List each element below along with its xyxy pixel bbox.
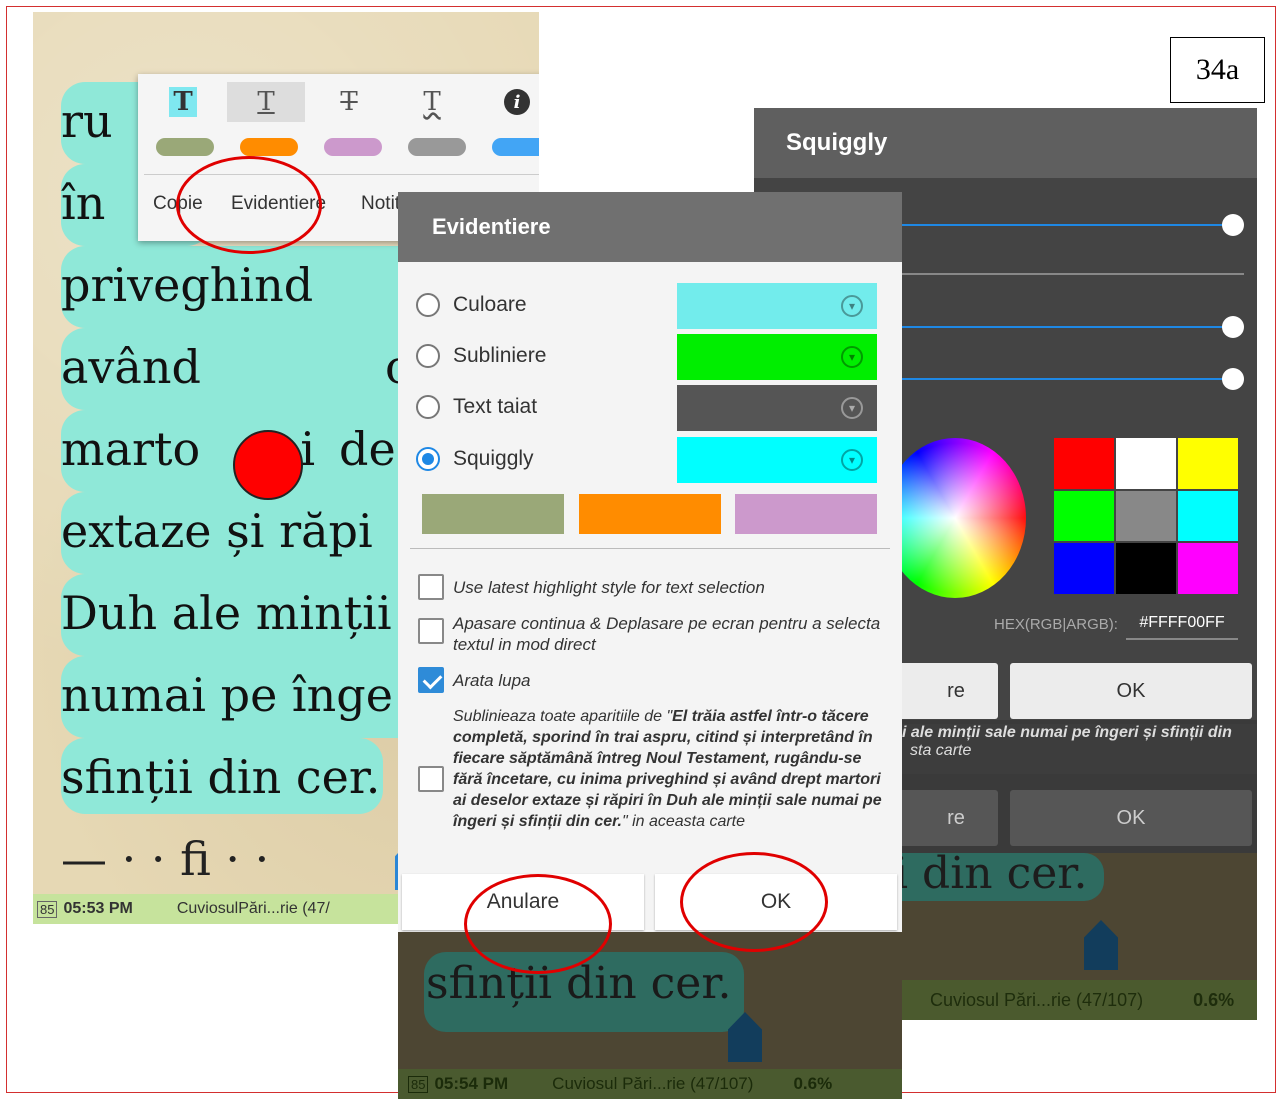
- checkbox-magnifier[interactable]: [418, 667, 444, 693]
- color-swatch[interactable]: [492, 138, 539, 156]
- slider-track: [902, 224, 1232, 226]
- color-swatch[interactable]: [324, 138, 382, 156]
- color-grid: [1054, 438, 1238, 594]
- quick-color-swatch[interactable]: [735, 494, 877, 534]
- slider-track: [902, 326, 1232, 328]
- book-text-line[interactable]: numai pe înge: [61, 668, 393, 722]
- chevron-down-icon: ▾: [841, 346, 863, 368]
- annotation-circle: [680, 852, 828, 952]
- book-text-line: — · · fi · ·: [61, 832, 270, 886]
- grid-color-black[interactable]: [1116, 543, 1176, 594]
- slider-track: [902, 378, 1232, 380]
- quick-color-swatch[interactable]: [422, 494, 564, 534]
- grid-color-cyan[interactable]: [1178, 490, 1238, 542]
- checkbox-underline-all[interactable]: [418, 766, 444, 792]
- chevron-down-icon: ▾: [841, 397, 863, 419]
- status-percent: 0.6%: [793, 1074, 833, 1093]
- dialog-title: Squiggly: [754, 108, 1257, 178]
- option-label: Squiggly: [453, 447, 534, 470]
- highlight-text-icon[interactable]: T: [144, 82, 222, 122]
- status-percent: 0.6%: [1193, 989, 1235, 1010]
- checkbox-label: Arata lupa: [453, 671, 531, 690]
- quick-color-swatch[interactable]: [579, 494, 721, 534]
- book-text-line[interactable]: de: [339, 422, 396, 476]
- radio-button[interactable]: [416, 344, 440, 368]
- grid-color-magenta[interactable]: [1178, 543, 1238, 594]
- squiggly-text-icon[interactable]: T: [393, 82, 471, 122]
- chevron-down-icon: ▾: [841, 295, 863, 317]
- option-strikethrough[interactable]: Text taiat ▾: [416, 385, 877, 431]
- book-text-line[interactable]: sfinții din cer.: [61, 750, 380, 804]
- divider: [410, 548, 890, 549]
- radio-button[interactable]: [416, 395, 440, 419]
- checkbox-label: Sublinieaza toate aparitiile de "El trăi…: [453, 708, 882, 830]
- ok-button-behind: OK: [1010, 790, 1252, 846]
- color-dropdown[interactable]: ▾: [677, 385, 877, 431]
- info-icon[interactable]: i: [478, 82, 539, 122]
- underline-text-icon[interactable]: T: [227, 82, 305, 122]
- hex-label: HEX(RGB|ARGB):: [994, 616, 1118, 633]
- color-dropdown[interactable]: ▾: [677, 334, 877, 380]
- status-book: Cuviosul Pări...rie (47/107): [930, 989, 1144, 1010]
- book-text-line[interactable]: având: [61, 340, 201, 394]
- option-squiggly[interactable]: Squiggly ▾: [416, 437, 877, 483]
- color-dropdown[interactable]: ▾: [677, 283, 877, 329]
- hex-input[interactable]: #FFFF00FF: [1126, 608, 1238, 640]
- touch-point-marker: [233, 430, 303, 500]
- checkbox-longpress[interactable]: [418, 618, 444, 644]
- status-bar: 85 05:54 PM Cuviosul Pări...rie (47/107)…: [398, 1069, 902, 1099]
- ok-button[interactable]: OK: [1010, 663, 1252, 719]
- grid-color-gray[interactable]: [1116, 490, 1176, 542]
- book-text-line[interactable]: ru: [61, 94, 113, 148]
- option-label: Subliniere: [453, 344, 547, 367]
- book-text-line[interactable]: Duh ale minții: [61, 586, 392, 640]
- checkbox-label: Apasare continua & Deplasare pe ecran pe…: [453, 614, 881, 654]
- book-text-line[interactable]: extaze și răpi: [61, 504, 373, 558]
- divider: [902, 273, 1244, 275]
- slider-handle[interactable]: [1222, 214, 1244, 236]
- battery-indicator: 85: [408, 1075, 429, 1093]
- color-swatch[interactable]: [408, 138, 466, 156]
- status-book: CuviosulPări...rie (47/: [176, 900, 330, 917]
- checkbox-label: Use latest highlight style for text sele…: [453, 578, 765, 597]
- dialog-title: Evidentiere: [398, 192, 902, 262]
- option-color[interactable]: Culoare ▾: [416, 283, 877, 329]
- option-underline[interactable]: Subliniere ▾: [416, 334, 877, 380]
- figure-label: 34a: [1170, 37, 1265, 103]
- slider-handle[interactable]: [1222, 368, 1244, 390]
- option-label: Culoare: [453, 293, 527, 316]
- battery-indicator: 85: [37, 900, 58, 918]
- dimmed-page: sfinții din cer. 85 05:54 PM Cuviosul Pă…: [398, 932, 902, 1099]
- option-label: Text taiat: [453, 395, 538, 418]
- annotation-circle: [176, 156, 322, 254]
- grid-color-red[interactable]: [1054, 438, 1114, 489]
- status-book: Cuviosul Pări...rie (47/107): [552, 1074, 754, 1093]
- book-text-line[interactable]: în: [61, 176, 105, 230]
- slider-handle[interactable]: [1222, 316, 1244, 338]
- grid-color-blue[interactable]: [1054, 543, 1114, 594]
- strikethrough-text-icon[interactable]: T: [310, 82, 388, 122]
- book-text-line[interactable]: marto: [61, 422, 200, 476]
- grid-color-white[interactable]: [1116, 438, 1176, 489]
- checkbox-latest-style[interactable]: [418, 574, 444, 600]
- color-wheel[interactable]: [884, 438, 1026, 598]
- highlight-screen: Evidentiere Culoare ▾ Subliniere ▾ Text …: [398, 192, 902, 1099]
- grid-color-yellow[interactable]: [1178, 438, 1238, 489]
- annotation-circle: [464, 874, 612, 974]
- book-text-line[interactable]: priveghind: [61, 258, 313, 312]
- color-swatch[interactable]: [156, 138, 214, 156]
- radio-button[interactable]: [416, 293, 440, 317]
- color-dropdown[interactable]: ▾: [677, 437, 877, 483]
- grid-color-green[interactable]: [1054, 490, 1114, 542]
- chevron-down-icon: ▾: [841, 449, 863, 471]
- color-swatch[interactable]: [240, 138, 298, 156]
- book-text-line: i din cer.: [894, 848, 1088, 899]
- status-time: 05:54 PM: [434, 1074, 509, 1093]
- status-time: 05:53 PM: [63, 900, 133, 917]
- radio-button[interactable]: [416, 447, 440, 471]
